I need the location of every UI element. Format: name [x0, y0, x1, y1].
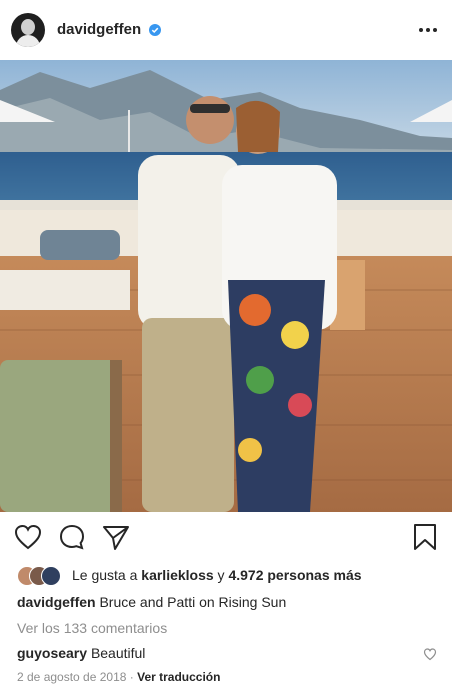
- post-username[interactable]: davidgeffen: [57, 21, 141, 38]
- likes-text: Le gusta a karliekloss y 4.972 personas …: [72, 567, 362, 583]
- comment-item: guyoseary Beautiful: [17, 645, 145, 661]
- send-icon[interactable]: [101, 522, 131, 552]
- post-date-row: 2 de agosto de 2018 · Ver traducción: [17, 670, 220, 684]
- avatar-body: [16, 35, 40, 47]
- post-caption: davidgeffen Bruce and Patti on Rising Su…: [17, 594, 286, 610]
- bookmark-icon[interactable]: [410, 522, 440, 552]
- likes-prefix: Le gusta a: [72, 567, 142, 583]
- caption-text: Bruce and Patti on Rising Sun: [99, 594, 287, 610]
- liker-username[interactable]: karliekloss: [141, 567, 213, 583]
- likes-row: Le gusta a karliekloss y 4.972 personas …: [17, 566, 447, 586]
- post-photo[interactable]: [0, 60, 452, 512]
- caption-username[interactable]: davidgeffen: [17, 594, 96, 610]
- likes-joiner: y: [213, 567, 229, 583]
- view-comments-link[interactable]: Ver los 133 comentarios: [17, 620, 167, 636]
- heart-icon[interactable]: [13, 522, 43, 552]
- comment-username[interactable]: guyoseary: [17, 645, 87, 661]
- avatar-face: [21, 19, 35, 35]
- translate-link[interactable]: Ver traducción: [137, 670, 220, 684]
- likes-count[interactable]: 4.972 personas más: [228, 567, 361, 583]
- profile-avatar[interactable]: [11, 13, 45, 47]
- comment-text: Beautiful: [90, 645, 146, 661]
- post-date: 2 de agosto de 2018: [17, 670, 127, 684]
- post-header: davidgeffen: [0, 0, 452, 60]
- comment-like-heart-icon[interactable]: [423, 647, 437, 661]
- verified-badge-icon: [149, 24, 161, 36]
- like-avatars: [17, 566, 67, 586]
- liker-avatar: [41, 566, 61, 586]
- date-separator: ·: [126, 670, 138, 684]
- comment-icon[interactable]: [57, 522, 87, 552]
- post-actions: [0, 512, 452, 564]
- post-photo-image: [0, 60, 452, 512]
- more-options-icon[interactable]: [416, 20, 440, 40]
